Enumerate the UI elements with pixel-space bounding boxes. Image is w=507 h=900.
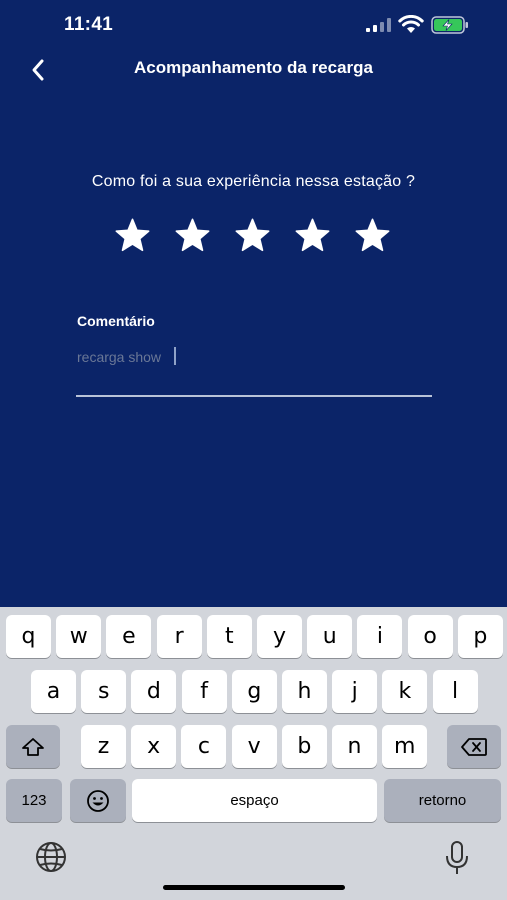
page-title: Acompanhamento da recarga xyxy=(133,58,373,77)
header: Acompanhamento da recarga xyxy=(0,50,507,90)
wifi-icon xyxy=(398,15,424,33)
cellular-signal-icon xyxy=(366,18,391,32)
key-n[interactable]: n xyxy=(332,725,377,768)
space-key[interactable]: espaço xyxy=(132,779,377,822)
star-icon[interactable] xyxy=(114,217,151,254)
key-u[interactable]: u xyxy=(307,615,353,658)
comment-input[interactable] xyxy=(77,344,431,370)
key-i[interactable]: i xyxy=(357,615,403,658)
key-b[interactable]: b xyxy=(281,725,327,768)
key-v[interactable]: v xyxy=(231,725,277,768)
star-rating xyxy=(114,217,391,254)
key-r[interactable]: r xyxy=(156,615,202,658)
key-f[interactable]: f xyxy=(181,670,227,713)
key-y[interactable]: y xyxy=(257,615,302,658)
comment-label: Comentário xyxy=(77,313,155,329)
key-s[interactable]: s xyxy=(81,670,127,713)
emoji-icon xyxy=(87,789,109,812)
key-e[interactable]: e xyxy=(106,615,152,658)
emoji-key[interactable] xyxy=(70,779,126,822)
key-d[interactable]: d xyxy=(131,670,177,713)
star-icon[interactable] xyxy=(174,217,211,254)
key-w[interactable]: w xyxy=(56,615,102,658)
comment-underline xyxy=(76,395,432,397)
home-indicator xyxy=(163,885,345,890)
microphone-icon[interactable] xyxy=(443,840,471,876)
keyboard: qwertyuiop asdfghjkl zxcvbnm 123 espaço … xyxy=(0,607,507,900)
key-g[interactable]: g xyxy=(231,670,277,713)
star-icon[interactable] xyxy=(354,217,391,254)
key-q[interactable]: q xyxy=(6,615,51,658)
key-z[interactable]: z xyxy=(81,725,126,768)
key-h[interactable]: h xyxy=(282,670,327,713)
shift-icon xyxy=(22,737,44,756)
star-icon[interactable] xyxy=(234,217,271,254)
key-p[interactable]: p xyxy=(457,615,503,658)
key-x[interactable]: x xyxy=(131,725,177,768)
key-l[interactable]: l xyxy=(432,670,478,713)
delete-key[interactable] xyxy=(447,725,501,768)
numbers-key[interactable]: 123 xyxy=(6,779,62,822)
star-icon[interactable] xyxy=(294,217,331,254)
key-j[interactable]: j xyxy=(332,670,378,713)
return-key[interactable]: retorno xyxy=(384,779,501,822)
rating-question: Como foi a sua experiência nessa estação… xyxy=(91,173,416,190)
key-k[interactable]: k xyxy=(382,670,428,713)
text-cursor xyxy=(174,347,176,365)
key-a[interactable]: a xyxy=(31,670,76,713)
key-c[interactable]: c xyxy=(181,725,227,768)
key-m[interactable]: m xyxy=(382,725,428,768)
key-t[interactable]: t xyxy=(206,615,252,658)
status-bar: 11:41 xyxy=(0,0,507,50)
battery-charging-icon xyxy=(431,16,468,34)
globe-icon[interactable] xyxy=(34,840,68,874)
key-o[interactable]: o xyxy=(407,615,453,658)
shift-key[interactable] xyxy=(6,725,60,768)
status-time: 11:41 xyxy=(64,14,114,35)
backspace-icon xyxy=(461,737,487,756)
